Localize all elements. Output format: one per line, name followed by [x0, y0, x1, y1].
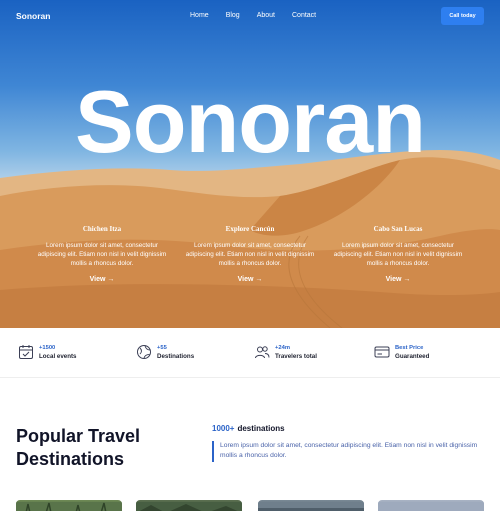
globe-icon [137, 345, 151, 359]
feature-view-link[interactable]: View → [386, 276, 411, 283]
feature-card-explore-cancun: Explore Cancún Lorem ipsum dolor sit ame… [185, 225, 315, 286]
count-number: 1000+ [212, 424, 235, 433]
destination-card[interactable] [258, 500, 364, 511]
nav-link-blog[interactable]: Blog [226, 12, 240, 19]
count-label: destinations [237, 424, 285, 433]
forest-thumbnail [136, 502, 242, 511]
feature-card-chichen-itza: Chichen Itza Lorem ipsum dolor sit amet,… [37, 225, 167, 286]
call-today-button[interactable]: Call today [441, 7, 484, 25]
stat-best-price: Best Price Guaranteed [374, 344, 429, 360]
destination-card[interactable] [378, 500, 484, 511]
users-icon [255, 346, 270, 359]
feature-description: Lorem ipsum dolor sit amet, consectetur … [37, 242, 167, 268]
feature-title: Chichen Itza [82, 225, 122, 233]
feature-description: Lorem ipsum dolor sit amet, consectetur … [333, 242, 463, 268]
stat-destinations: +55 Destinations [136, 344, 194, 360]
stat-label: Guaranteed [395, 352, 430, 360]
stat-label: Travelers total [275, 352, 317, 360]
stat-value: +55 [157, 344, 167, 351]
destination-card[interactable] [16, 500, 122, 511]
stats-bar: +1500 Local events +55 Destinations +24m… [0, 328, 500, 378]
nav-link-about[interactable]: About [257, 12, 275, 19]
stat-value: Best Price [395, 344, 424, 351]
sky-thumbnail [378, 502, 484, 511]
feature-view-link[interactable]: View → [238, 276, 263, 283]
hero-title: Sonoran [75, 72, 426, 171]
popular-description: Lorem ipsum dolor sit amet, consectetur … [212, 441, 482, 462]
nav-links: Home Blog About Contact [190, 12, 316, 19]
popular-destinations-title: Popular Travel Destinations [16, 426, 141, 469]
hero-section: Sonoran Home Blog About Contact Call tod… [0, 0, 500, 328]
feature-title: Explore Cancún [225, 225, 275, 233]
nav-link-contact[interactable]: Contact [292, 12, 316, 19]
feature-title: Cabo San Lucas [373, 225, 423, 233]
top-navigation: Sonoran Home Blog About Contact Call tod… [0, 0, 500, 34]
calendar-icon [19, 345, 33, 359]
coast-thumbnail [258, 502, 364, 511]
stat-value: +24m [275, 344, 290, 351]
ticket-icon [374, 346, 390, 358]
stat-label: Local events [39, 352, 77, 360]
brand-logo[interactable]: Sonoran [16, 11, 50, 21]
destinations-count: 1000+ destinations [212, 424, 285, 433]
destination-card[interactable] [136, 500, 242, 511]
stat-label: Destinations [157, 352, 195, 360]
nav-link-home[interactable]: Home [190, 12, 209, 19]
stat-travelers-total: +24m Travelers total [254, 344, 317, 360]
feature-card-cabo-san-lucas: Cabo San Lucas Lorem ipsum dolor sit ame… [333, 225, 463, 286]
feature-view-link[interactable]: View → [90, 276, 115, 283]
stat-value: +1500 [39, 344, 56, 351]
stat-local-events: +1500 Local events [18, 344, 77, 360]
feature-description: Lorem ipsum dolor sit amet, consectetur … [185, 242, 315, 268]
palm-trees-thumbnail [16, 502, 122, 511]
